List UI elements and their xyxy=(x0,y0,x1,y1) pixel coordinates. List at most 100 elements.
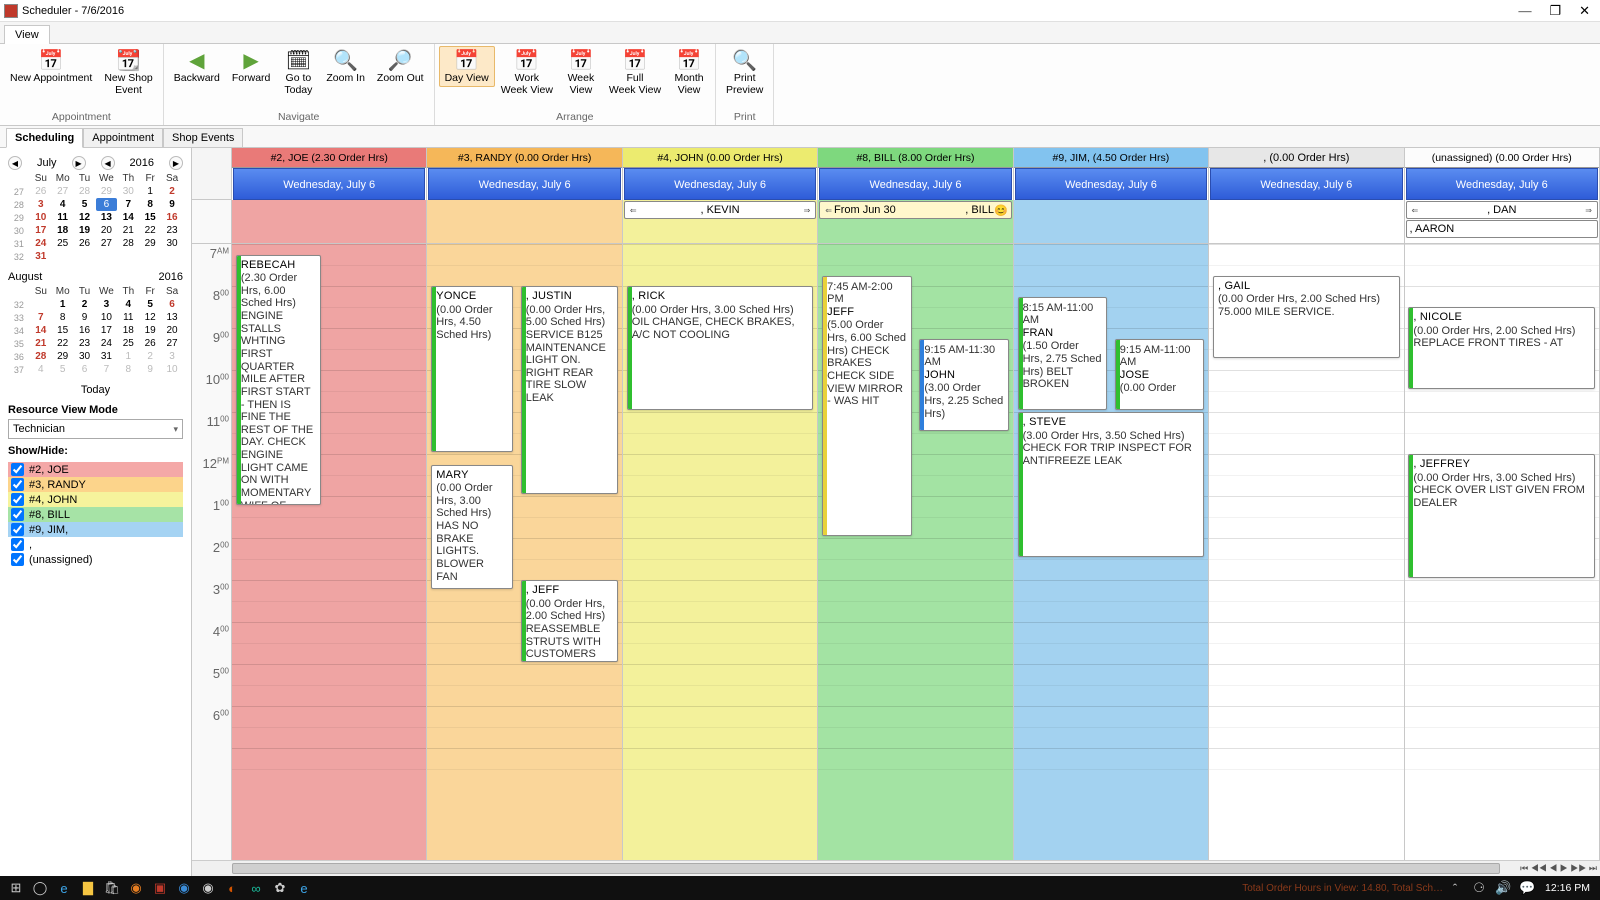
showhide-checkbox[interactable] xyxy=(11,493,24,506)
appointment[interactable]: , NICOLE(0.00 Order Hrs, 2.00 Sched Hrs)… xyxy=(1408,307,1595,389)
showhide-checkbox[interactable] xyxy=(11,463,24,476)
new-appointment-button[interactable]: 📅 New Appointment xyxy=(4,46,98,87)
showhide-item[interactable]: #2, JOE xyxy=(8,462,183,477)
appointment[interactable]: , JUSTIN(0.00 Order Hrs, 5.00 Sched Hrs)… xyxy=(521,286,618,494)
month-view-button[interactable]: 📅 Month View xyxy=(667,46,711,98)
tab-shop-events[interactable]: Shop Events xyxy=(163,128,243,147)
cortana-icon[interactable]: ◯ xyxy=(28,876,52,900)
showhide-checkbox[interactable] xyxy=(11,478,24,491)
start-icon[interactable]: ⊞ xyxy=(4,876,28,900)
column-tech-header[interactable]: #2, JOE (2.30 Order Hrs) xyxy=(232,148,426,168)
allday-chip[interactable]: ⇐, KEVIN⇒ xyxy=(624,201,816,219)
backward-button[interactable]: ◀ Backward xyxy=(168,46,226,87)
allday-cell[interactable] xyxy=(232,200,427,243)
edge-icon[interactable]: e xyxy=(52,876,76,900)
allday-cell[interactable]: ⇐, KEVIN⇒ xyxy=(623,200,818,243)
allday-chip[interactable]: ⇐From Jun 30, BILL😊 xyxy=(819,201,1011,219)
showhide-item[interactable]: #8, BILL xyxy=(8,507,183,522)
date-nav-icons[interactable]: ⏮ ◀◀ ◀ ▶ ▶▶ ⏭ xyxy=(1520,861,1597,876)
notifications-icon[interactable]: 💬 xyxy=(1515,876,1539,900)
today-link[interactable]: Today xyxy=(8,382,183,398)
appointment[interactable]: , RICK(0.00 Order Hrs, 3.00 Sched Hrs) O… xyxy=(627,286,814,410)
work-week-view-button[interactable]: 📅 Work Week View xyxy=(495,46,559,98)
ribbon-tab-view[interactable]: View xyxy=(4,25,50,44)
appointment[interactable]: 7:45 AM-2:00 PMJEFF(5.00 Order Hrs, 6.00… xyxy=(822,276,911,537)
day-column[interactable]: , RICK(0.00 Order Hrs, 3.00 Sched Hrs) O… xyxy=(623,244,818,860)
showhide-checkbox[interactable] xyxy=(11,538,24,551)
day-column[interactable]: REBECAH(2.30 Order Hrs, 6.00 Sched Hrs) … xyxy=(232,244,427,860)
volume-icon[interactable]: 🔊 xyxy=(1491,876,1515,900)
explorer-icon[interactable]: ▇ xyxy=(76,876,100,900)
showhide-item[interactable]: #9, JIM, xyxy=(8,522,183,537)
week-view-button[interactable]: 📅 Week View xyxy=(559,46,603,98)
ie-icon[interactable]: e xyxy=(292,876,316,900)
calendar-grid-august[interactable]: SuMoTuWeThFrSa32123456337891011121334141… xyxy=(8,285,183,376)
full-week-view-button[interactable]: 📅 Full Week View xyxy=(603,46,667,98)
column-tech-header[interactable]: (unassigned) (0.00 Order Hrs) xyxy=(1405,148,1599,168)
tab-appointment[interactable]: Appointment xyxy=(83,128,163,147)
next-month-icon[interactable]: ▶ xyxy=(72,156,86,170)
forward-button[interactable]: ▶ Forward xyxy=(226,46,277,87)
new-shop-event-button[interactable]: 📆 New Shop Event xyxy=(98,46,158,98)
appointment[interactable]: MARY(0.00 Order Hrs, 3.00 Sched Hrs) HAS… xyxy=(431,465,513,589)
day-column[interactable]: 7:45 AM-2:00 PMJEFF(5.00 Order Hrs, 6.00… xyxy=(818,244,1013,860)
allday-chip[interactable]: , AARON xyxy=(1406,220,1598,238)
tray-up-icon[interactable]: ˆ xyxy=(1443,876,1467,900)
app4-icon[interactable]: ∞ xyxy=(244,876,268,900)
chrome-icon[interactable]: ◉ xyxy=(196,876,220,900)
print-preview-button[interactable]: 🔍 Print Preview xyxy=(720,46,769,98)
column-tech-header[interactable]: #4, JOHN (0.00 Order Hrs) xyxy=(623,148,817,168)
column-tech-header[interactable]: , (0.00 Order Hrs) xyxy=(1209,148,1403,168)
app2-icon[interactable]: ◉ xyxy=(172,876,196,900)
wifi-icon[interactable]: ⚆ xyxy=(1467,876,1491,900)
clock[interactable]: 12:16 PM xyxy=(1539,882,1596,894)
showhide-checkbox[interactable] xyxy=(11,523,24,536)
appointment[interactable]: YONCE(0.00 Order Hrs, 4.50 Sched Hrs) xyxy=(431,286,513,452)
scrollbar-thumb[interactable] xyxy=(232,863,1500,874)
column-tech-header[interactable]: #9, JIM, (4.50 Order Hrs) xyxy=(1014,148,1208,168)
zoom-out-button[interactable]: 🔎 Zoom Out xyxy=(371,46,430,87)
minimize-icon[interactable]: — xyxy=(1518,3,1531,19)
appointment[interactable]: 9:15 AM-11:30 AMJOHN(3.00 Order Hrs, 2.2… xyxy=(919,339,1008,432)
column-tech-header[interactable]: #8, BILL (8.00 Order Hrs) xyxy=(818,148,1012,168)
appointment[interactable]: , GAIL(0.00 Order Hrs, 2.00 Sched Hrs) 7… xyxy=(1213,276,1400,358)
prev-month-icon[interactable]: ◀ xyxy=(8,156,22,170)
showhide-checkbox[interactable] xyxy=(11,508,24,521)
day-column[interactable]: , NICOLE(0.00 Order Hrs, 2.00 Sched Hrs)… xyxy=(1405,244,1600,860)
allday-chip[interactable]: ⇐, DAN⇒ xyxy=(1406,201,1598,219)
close-icon[interactable]: ✕ xyxy=(1579,3,1590,19)
tab-scheduling[interactable]: Scheduling xyxy=(6,128,83,148)
allday-cell[interactable] xyxy=(1014,200,1209,243)
prev-year-icon[interactable]: ◀ xyxy=(101,156,115,170)
resource-view-mode-select[interactable]: Technician xyxy=(8,419,183,439)
calendar-grid-july[interactable]: SuMoTuWeThFrSa27262728293012283456789291… xyxy=(8,172,183,263)
appointment[interactable]: 8:15 AM-11:00 AMFRAN(1.50 Order Hrs, 2.7… xyxy=(1018,297,1107,411)
next-year-icon[interactable]: ▶ xyxy=(169,156,183,170)
allday-cell[interactable]: ⇐, DAN⇒ , AARON xyxy=(1405,200,1600,243)
store-icon[interactable]: 🛍 xyxy=(100,876,124,900)
showhide-item[interactable]: , xyxy=(8,537,183,552)
firefox-icon[interactable]: ◉ xyxy=(124,876,148,900)
showhide-checkbox[interactable] xyxy=(11,553,24,566)
allday-cell[interactable] xyxy=(1209,200,1404,243)
allday-cell[interactable] xyxy=(427,200,622,243)
appointment[interactable]: , JEFFREY(0.00 Order Hrs, 3.00 Sched Hrs… xyxy=(1408,454,1595,578)
horizontal-scrollbar[interactable]: ⏮ ◀◀ ◀ ▶ ▶▶ ⏭ xyxy=(192,860,1600,876)
showhide-item[interactable]: (unassigned) xyxy=(8,552,183,567)
app1-icon[interactable]: ▣ xyxy=(148,876,172,900)
schedule-grid[interactable]: 7AM8009001000110012PM100200300400500600 … xyxy=(192,244,1600,860)
appointment[interactable]: , STEVE(3.00 Order Hrs, 3.50 Sched Hrs) … xyxy=(1018,412,1205,557)
day-column[interactable]: , GAIL(0.00 Order Hrs, 2.00 Sched Hrs) 7… xyxy=(1209,244,1404,860)
day-view-button[interactable]: 📅 Day View xyxy=(439,46,495,87)
app5-icon[interactable]: ✿ xyxy=(268,876,292,900)
day-column[interactable]: 8:15 AM-11:00 AMFRAN(1.50 Order Hrs, 2.7… xyxy=(1014,244,1209,860)
day-column[interactable]: YONCE(0.00 Order Hrs, 4.50 Sched Hrs) MAR… xyxy=(427,244,622,860)
showhide-item[interactable]: #4, JOHN xyxy=(8,492,183,507)
showhide-item[interactable]: #3, RANDY xyxy=(8,477,183,492)
zoom-in-button[interactable]: 🔍 Zoom In xyxy=(320,46,371,87)
maximize-icon[interactable]: ❐ xyxy=(1549,3,1561,19)
app3-icon[interactable]: ◐ xyxy=(220,876,244,900)
appointment[interactable]: REBECAH(2.30 Order Hrs, 6.00 Sched Hrs) … xyxy=(236,255,322,505)
column-tech-header[interactable]: #3, RANDY (0.00 Order Hrs) xyxy=(427,148,621,168)
allday-cell[interactable]: ⇐From Jun 30, BILL😊 xyxy=(818,200,1013,243)
